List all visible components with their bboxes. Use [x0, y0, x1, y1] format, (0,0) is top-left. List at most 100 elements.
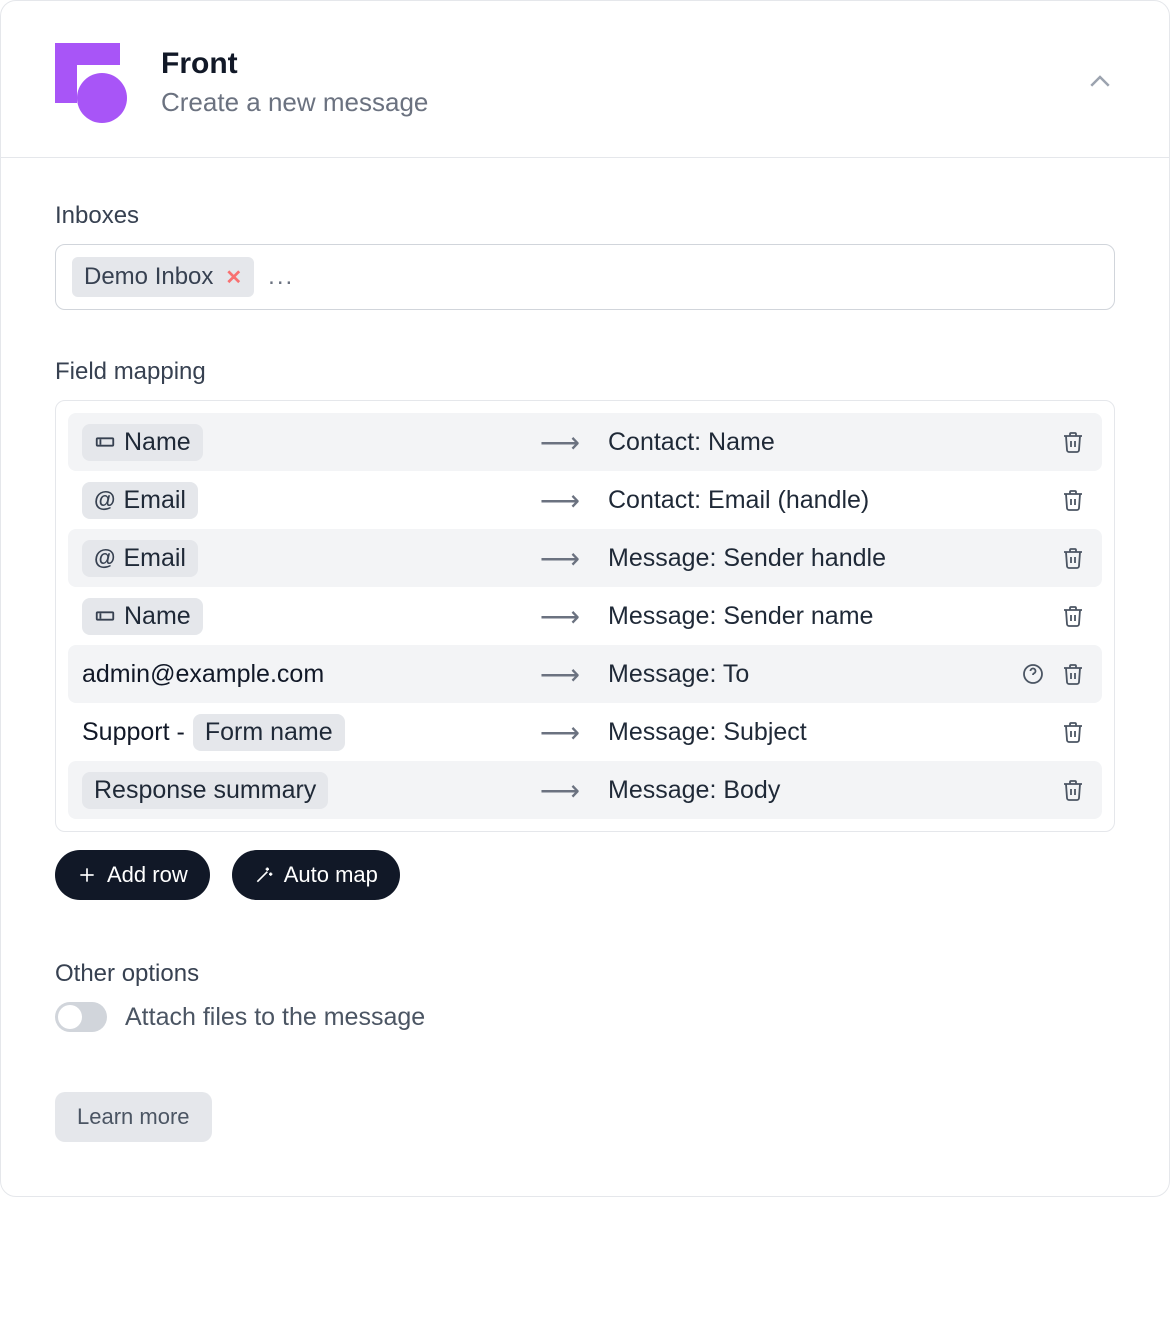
source-prefix: Support -: [82, 718, 185, 747]
mapping-source[interactable]: Name: [82, 598, 512, 635]
target-text: Message: Sender name: [608, 602, 873, 631]
delete-row-button[interactable]: [1058, 543, 1088, 573]
at-icon: @: [94, 487, 115, 513]
delete-row-button[interactable]: [1058, 717, 1088, 747]
field-mapping-label: Field mapping: [55, 358, 1115, 386]
row-actions: [1058, 601, 1088, 631]
trash-icon: [1061, 546, 1085, 570]
mapping-source[interactable]: Name: [82, 424, 512, 461]
chip-label: Form name: [205, 718, 333, 747]
mapping-source[interactable]: admin@example.com: [82, 660, 512, 689]
target-text: Message: Subject: [608, 718, 807, 747]
delete-row-button[interactable]: [1058, 775, 1088, 805]
row-actions: [1058, 485, 1088, 515]
help-button[interactable]: [1018, 659, 1048, 689]
arrow-right-icon: ⟶: [530, 774, 590, 807]
other-options-section: Other options Attach files to the messag…: [55, 960, 1115, 1032]
mapping-buttons: Add row Auto map: [55, 850, 1115, 900]
row-actions: [1018, 659, 1088, 689]
mapping-source[interactable]: @ Email: [82, 540, 512, 577]
learn-more-button[interactable]: Learn more: [55, 1092, 212, 1142]
magic-wand-icon: [254, 865, 274, 885]
add-row-button[interactable]: Add row: [55, 850, 210, 900]
mapping-row[interactable]: @ Email ⟶ Message: Sender handle: [68, 529, 1102, 587]
card-body: Inboxes Demo Inbox ✕ ... Field mapping N…: [1, 158, 1169, 1196]
row-actions: [1058, 543, 1088, 573]
at-icon: @: [94, 545, 115, 571]
delete-row-button[interactable]: [1058, 427, 1088, 457]
arrow-right-icon: ⟶: [530, 542, 590, 575]
mapping-source[interactable]: Response summary: [82, 772, 512, 809]
trash-icon: [1061, 488, 1085, 512]
field-chip[interactable]: @ Email: [82, 540, 198, 577]
mapping-row[interactable]: Support - Form name ⟶ Message: Subject: [68, 703, 1102, 761]
app-title: Front: [161, 47, 1057, 81]
chip-label: Email: [123, 486, 186, 515]
trash-icon: [1061, 662, 1085, 686]
delete-row-button[interactable]: [1058, 659, 1088, 689]
mapping-target[interactable]: Message: To: [608, 660, 1000, 689]
collapse-toggle[interactable]: [1085, 67, 1115, 97]
field-mapping-box: Name ⟶ Contact: Name @ Email ⟶ Contact: Email …: [55, 400, 1115, 832]
target-text: Message: Sender handle: [608, 544, 886, 573]
mapping-row[interactable]: admin@example.com⟶Message: To: [68, 645, 1102, 703]
target-text: Contact: Name: [608, 428, 775, 457]
trash-icon: [1061, 720, 1085, 744]
trash-icon: [1061, 430, 1085, 454]
mapping-target[interactable]: Message: Subject: [608, 718, 1040, 747]
field-chip[interactable]: Name: [82, 424, 203, 461]
inbox-token-label: Demo Inbox: [84, 263, 213, 291]
inbox-more-indicator: ...: [268, 263, 294, 291]
row-actions: [1058, 427, 1088, 457]
chip-label: Name: [124, 602, 191, 631]
integration-card: Front Create a new message Inboxes Demo …: [0, 0, 1170, 1197]
chip-label: Response summary: [94, 776, 316, 805]
inboxes-input[interactable]: Demo Inbox ✕ ...: [55, 244, 1115, 310]
auto-map-button[interactable]: Auto map: [232, 850, 400, 900]
field-chip[interactable]: Form name: [193, 714, 345, 751]
card-header: Front Create a new message: [1, 1, 1169, 158]
source-text: admin@example.com: [82, 660, 324, 689]
delete-row-button[interactable]: [1058, 485, 1088, 515]
arrow-right-icon: ⟶: [530, 716, 590, 749]
front-logo-icon: [55, 43, 133, 121]
row-actions: [1058, 717, 1088, 747]
mapping-row[interactable]: Response summary ⟶ Message: Body: [68, 761, 1102, 819]
plus-icon: [77, 865, 97, 885]
other-options-label: Other options: [55, 960, 1115, 988]
auto-map-label: Auto map: [284, 862, 378, 888]
field-icon: [94, 605, 116, 627]
inboxes-label: Inboxes: [55, 202, 1115, 230]
mapping-target[interactable]: Contact: Name: [608, 428, 1040, 457]
remove-token-icon[interactable]: ✕: [225, 265, 242, 290]
inbox-token[interactable]: Demo Inbox ✕: [72, 257, 254, 297]
target-text: Contact: Email (handle): [608, 486, 869, 515]
mapping-row[interactable]: Name ⟶ Contact: Name: [68, 413, 1102, 471]
trash-icon: [1061, 778, 1085, 802]
mapping-source[interactable]: Support - Form name: [82, 714, 512, 751]
mapping-source[interactable]: @ Email: [82, 482, 512, 519]
field-chip[interactable]: Response summary: [82, 772, 328, 809]
mapping-row[interactable]: @ Email ⟶ Contact: Email (handle): [68, 471, 1102, 529]
add-row-label: Add row: [107, 862, 188, 888]
mapping-row[interactable]: Name⟶Message: Sender name: [68, 587, 1102, 645]
attach-files-toggle[interactable]: [55, 1002, 107, 1032]
chip-label: Email: [123, 544, 186, 573]
mapping-target[interactable]: Message: Sender name: [608, 602, 1040, 631]
delete-row-button[interactable]: [1058, 601, 1088, 631]
attach-files-label: Attach files to the message: [125, 1003, 425, 1032]
field-chip[interactable]: @ Email: [82, 482, 198, 519]
mapping-target[interactable]: Message: Body: [608, 776, 1040, 805]
field-chip[interactable]: Name: [82, 598, 203, 635]
chip-label: Name: [124, 428, 191, 457]
trash-icon: [1061, 604, 1085, 628]
chevron-up-icon: [1085, 67, 1115, 97]
mapping-target[interactable]: Contact: Email (handle): [608, 486, 1040, 515]
field-mapping-section: Field mapping Name ⟶ Contact: Name @ Email ⟶ C…: [55, 358, 1115, 900]
arrow-right-icon: ⟶: [530, 426, 590, 459]
mapping-target[interactable]: Message: Sender handle: [608, 544, 1040, 573]
target-text: Message: Body: [608, 776, 780, 805]
app-subtitle: Create a new message: [161, 87, 1057, 118]
arrow-right-icon: ⟶: [530, 484, 590, 517]
header-titles: Front Create a new message: [161, 47, 1057, 118]
